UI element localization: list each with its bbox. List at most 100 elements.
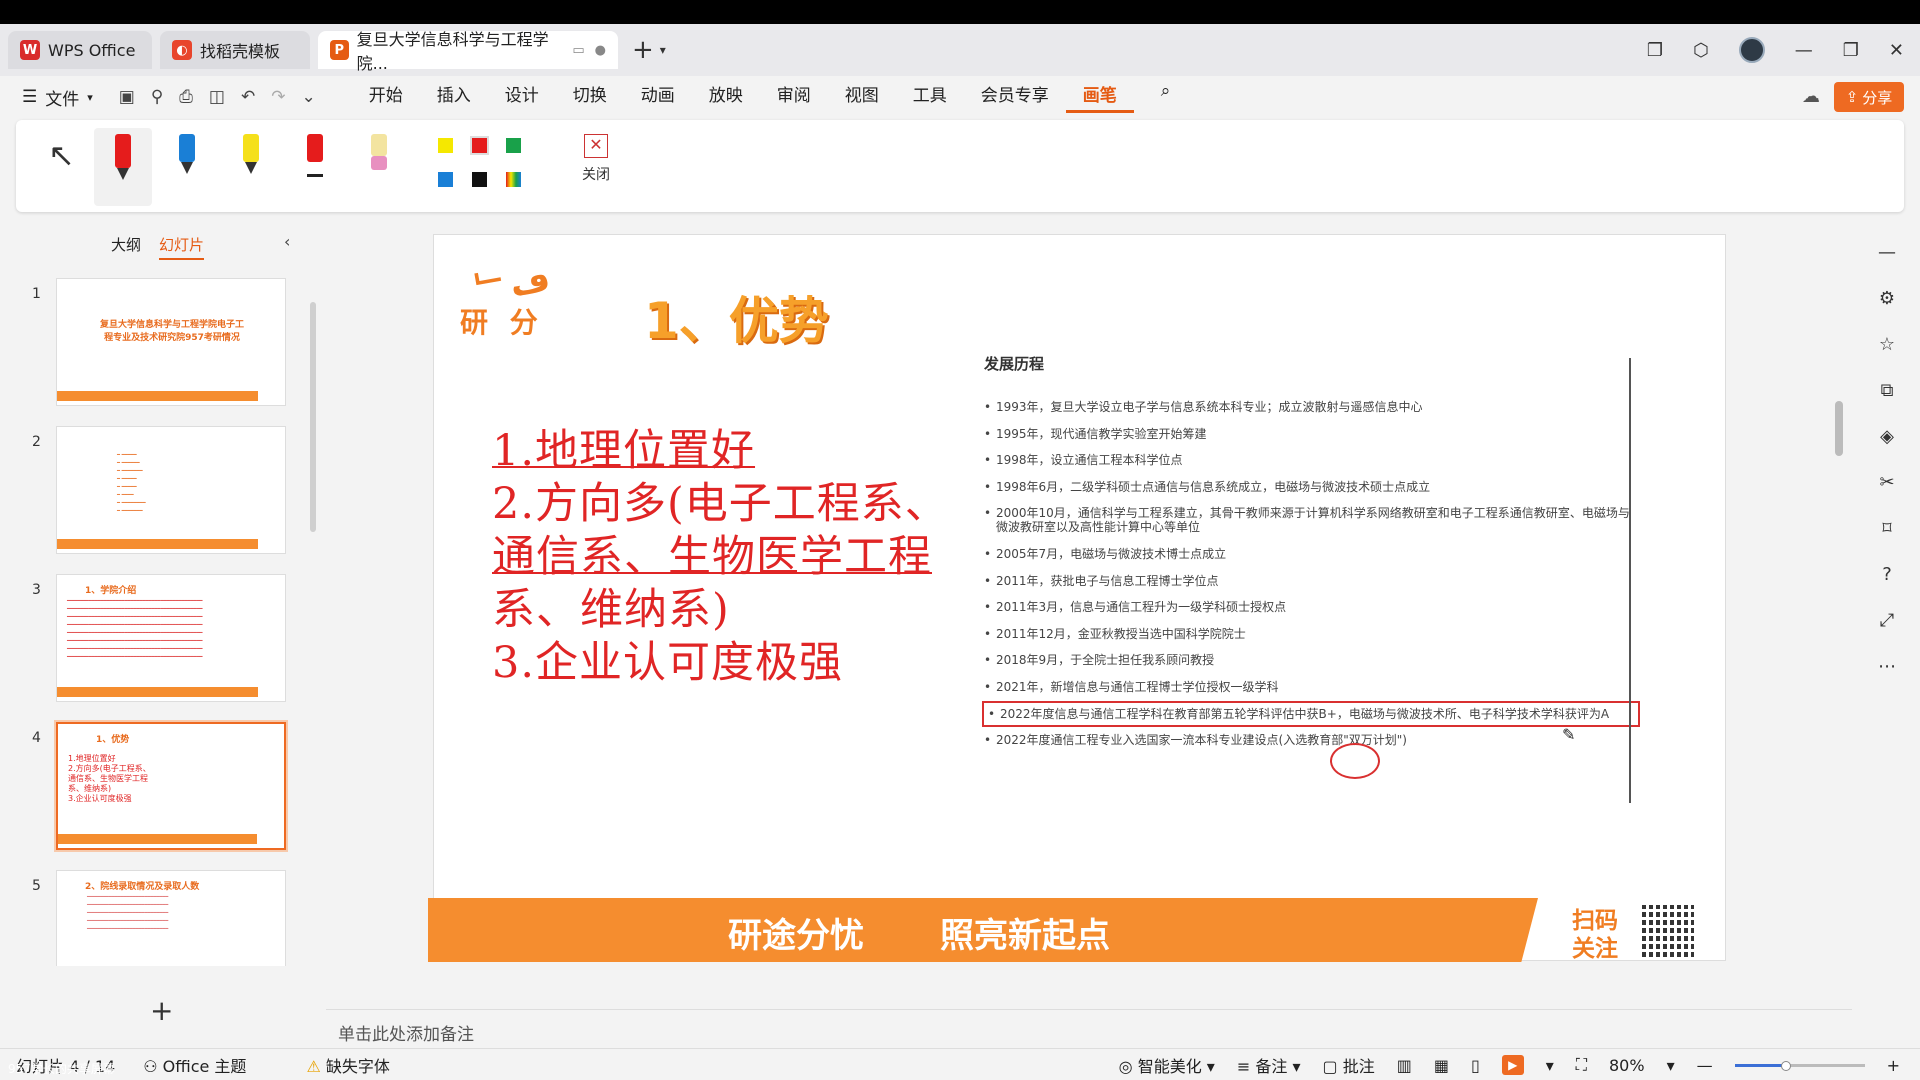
play-slideshow-icon[interactable]: ▶ (1501, 1055, 1524, 1075)
color-black-swatch[interactable] (472, 172, 487, 187)
help-icon[interactable]: ? (1882, 564, 1892, 585)
maximize-icon[interactable]: ❐ (1843, 40, 1859, 61)
share-button[interactable]: ⇪ 分享 (1834, 82, 1904, 112)
chevron-down-icon[interactable]: ▾ (1546, 1056, 1554, 1075)
notes-area[interactable]: 单击此处添加备注 (326, 1009, 1852, 1049)
more-icon[interactable]: ⋯ (1878, 656, 1896, 677)
avatar[interactable] (1738, 37, 1765, 63)
panel-tabs: 大纲 幻灯片 (111, 234, 205, 260)
menu-design[interactable]: 设计 (488, 81, 556, 113)
chevron-down-icon[interactable]: ▾ (660, 43, 666, 57)
color-red-swatch[interactable] (470, 136, 489, 155)
tab-wps-office[interactable]: W WPS Office (8, 31, 152, 69)
color-blue-swatch[interactable] (438, 172, 453, 187)
thumb-content: 1.地理位置好 2.方向多(电子工程系、 通信系、生物医学工程 系、维纳系) 3.企业认… (68, 754, 151, 803)
theme-label: Office 主题 (162, 1056, 247, 1076)
list-item: 2011年，获批电子与信息工程博士学位点 (984, 574, 1634, 588)
color-yellow-swatch[interactable] (438, 138, 453, 153)
tools-icon[interactable]: ✂ (1879, 472, 1894, 493)
save-icon[interactable]: ▣ (119, 87, 135, 107)
ai-icon[interactable]: ◈ (1880, 426, 1894, 447)
beautify-button[interactable]: ◎ 智能美化 ▾ (1119, 1053, 1215, 1077)
file-menu[interactable]: ☰ 文件 ▾ (22, 85, 93, 110)
chevron-down-icon: ▾ (87, 90, 93, 104)
zoom-in-icon[interactable]: + (1887, 1056, 1900, 1075)
yellow-highlighter-icon[interactable] (240, 134, 262, 194)
red-pen-icon[interactable] (112, 134, 134, 194)
grid-view-icon[interactable]: ▦ (1434, 1056, 1449, 1075)
blue-pen-icon[interactable] (176, 134, 198, 194)
color-green-swatch[interactable] (506, 138, 521, 153)
unsaved-dot-icon[interactable]: ● (595, 43, 606, 58)
menu-review[interactable]: 审阅 (760, 81, 828, 113)
menu-pen[interactable]: 画笔 (1065, 81, 1134, 113)
chevron-down-icon[interactable]: ▾ (1667, 1056, 1675, 1075)
tab-slides[interactable]: 幻灯片 (159, 234, 205, 260)
slide-thumbnail-2[interactable]: ━ ━━━━━ ━ ━━━━━━ ━ ━━━━━━━ ━ ━━━━━ ━ ━━━━━ ━ … (56, 426, 286, 554)
minimize-icon[interactable]: — (1795, 40, 1813, 61)
new-tab-button[interactable]: + (632, 35, 654, 65)
zoom-slider[interactable] (1734, 1060, 1865, 1071)
cloud-chat-icon[interactable]: ☁ (1802, 86, 1820, 107)
slide-thumbnail-3[interactable]: 1、学院介绍 ━━━━━━━━━━━━━━━━━━━━━━━━━━━━━━━━━… (56, 574, 286, 702)
menu-slideshow[interactable]: 放映 (692, 81, 760, 113)
slide-scrollbar[interactable] (1834, 236, 1844, 996)
adjust-icon[interactable]: ⚙ (1879, 288, 1895, 309)
footer-slogan-a: 研途分忧 (728, 916, 864, 956)
zoom-level[interactable]: 80% (1609, 1056, 1645, 1075)
tab-document[interactable]: P 复旦大学信息科学与工程学院... ▭ ● (318, 30, 618, 73)
screen-icon[interactable]: ▭ (572, 43, 584, 58)
collapse-panel-icon[interactable]: ‹ (284, 232, 290, 251)
cube-icon[interactable]: ⬡ (1693, 40, 1709, 61)
list-item: 2018年9月，于全院士担任我系顾问教授 (984, 653, 1634, 667)
pen-cursor-icon: ✎ (1562, 725, 1576, 744)
missing-font-indicator[interactable]: ⚠ 缺失字体 (306, 1053, 389, 1077)
redo-icon[interactable]: ↷ (271, 87, 285, 107)
comments-toggle[interactable]: ▢ 批注 (1322, 1053, 1374, 1077)
menu-insert[interactable]: 插入 (420, 81, 488, 113)
star-icon[interactable]: ☆ (1879, 334, 1895, 355)
close-pen-button[interactable]: ✕ 关闭 (576, 134, 616, 184)
zoom-out-icon[interactable]: — (1697, 1056, 1713, 1075)
reading-view-icon[interactable]: ▯ (1471, 1056, 1480, 1075)
tab-outline[interactable]: 大纲 (111, 234, 141, 260)
search-icon[interactable]: ⌕ (1144, 81, 1188, 113)
panel-scrollbar[interactable] (310, 302, 316, 532)
normal-view-icon[interactable]: ▥ (1397, 1056, 1412, 1075)
share-screen-icon[interactable]: ⤢ (1880, 610, 1894, 631)
link-icon[interactable]: ⚲ (151, 87, 163, 107)
red-highlighter-icon[interactable] (304, 134, 326, 194)
menu-member[interactable]: 会员专享 (964, 81, 1066, 113)
print-preview-icon[interactable]: ◫ (209, 87, 225, 107)
menu-animation[interactable]: 动画 (624, 81, 692, 113)
print-icon[interactable]: ⎙ (179, 87, 193, 107)
theme-indicator[interactable]: ⚇ Office 主题 (143, 1053, 246, 1077)
share-icon: ⇪ (1845, 88, 1859, 106)
list-item-highlighted: 2022年度信息与通信工程学科在教育部第五轮学科评估中获B+，电磁场与微波技术所… (982, 700, 1640, 727)
list-item: 1998年，设立通信工程本科学位点 (984, 453, 1634, 467)
pointer-arrow-icon[interactable]: ↖ (48, 136, 75, 174)
menu-view[interactable]: 视图 (828, 81, 896, 113)
copy-icon[interactable]: ⧉ (1881, 380, 1894, 401)
menu-home[interactable]: 开始 (352, 81, 420, 113)
fit-window-icon[interactable]: ⛶ (1576, 1055, 1587, 1075)
current-slide[interactable]: ﹂ڡ 研 分 1、优势 1.地理位置好 2.方向多(电子工程系、 通信系、生物医… (428, 234, 1726, 962)
eraser-icon[interactable] (368, 134, 390, 194)
slide-thumbnail-4[interactable]: 1、优势 1.地理位置好 2.方向多(电子工程系、 通信系、生物医学工程 系、维纳系)… (54, 720, 288, 852)
tab-template[interactable]: ◐ 找稻壳模板 (160, 31, 310, 69)
slide-thumbnail-1[interactable]: 复旦大学信息科学与工程学院电子工程专业及技术研究院957考研情况 (56, 278, 286, 406)
more-colors-icon[interactable] (506, 172, 521, 187)
menu-transition[interactable]: 切换 (556, 81, 624, 113)
undo-icon[interactable]: ↶ (241, 87, 255, 107)
slide-thumbnail-5[interactable]: 2、院线录取情况及录取人数 ━━━━━━━━━━━━━━━━━━━━━━━━━━… (56, 870, 286, 966)
tab-label: 复旦大学信息科学与工程学院... (356, 30, 549, 73)
chevron-down-icon[interactable]: ⌄ (301, 87, 315, 107)
thumb-footer-bar (57, 687, 258, 697)
menu-tools[interactable]: 工具 (896, 81, 964, 113)
minus-icon[interactable]: — (1878, 242, 1896, 263)
restore-tabs-icon[interactable]: ❐ (1647, 40, 1663, 61)
add-slide-button[interactable]: + (150, 994, 173, 1027)
notes-toggle[interactable]: ≡ 备注 ▾ (1237, 1053, 1301, 1077)
bookmark-icon[interactable]: ⌑ (1882, 518, 1891, 539)
close-icon[interactable]: ✕ (1889, 40, 1904, 61)
